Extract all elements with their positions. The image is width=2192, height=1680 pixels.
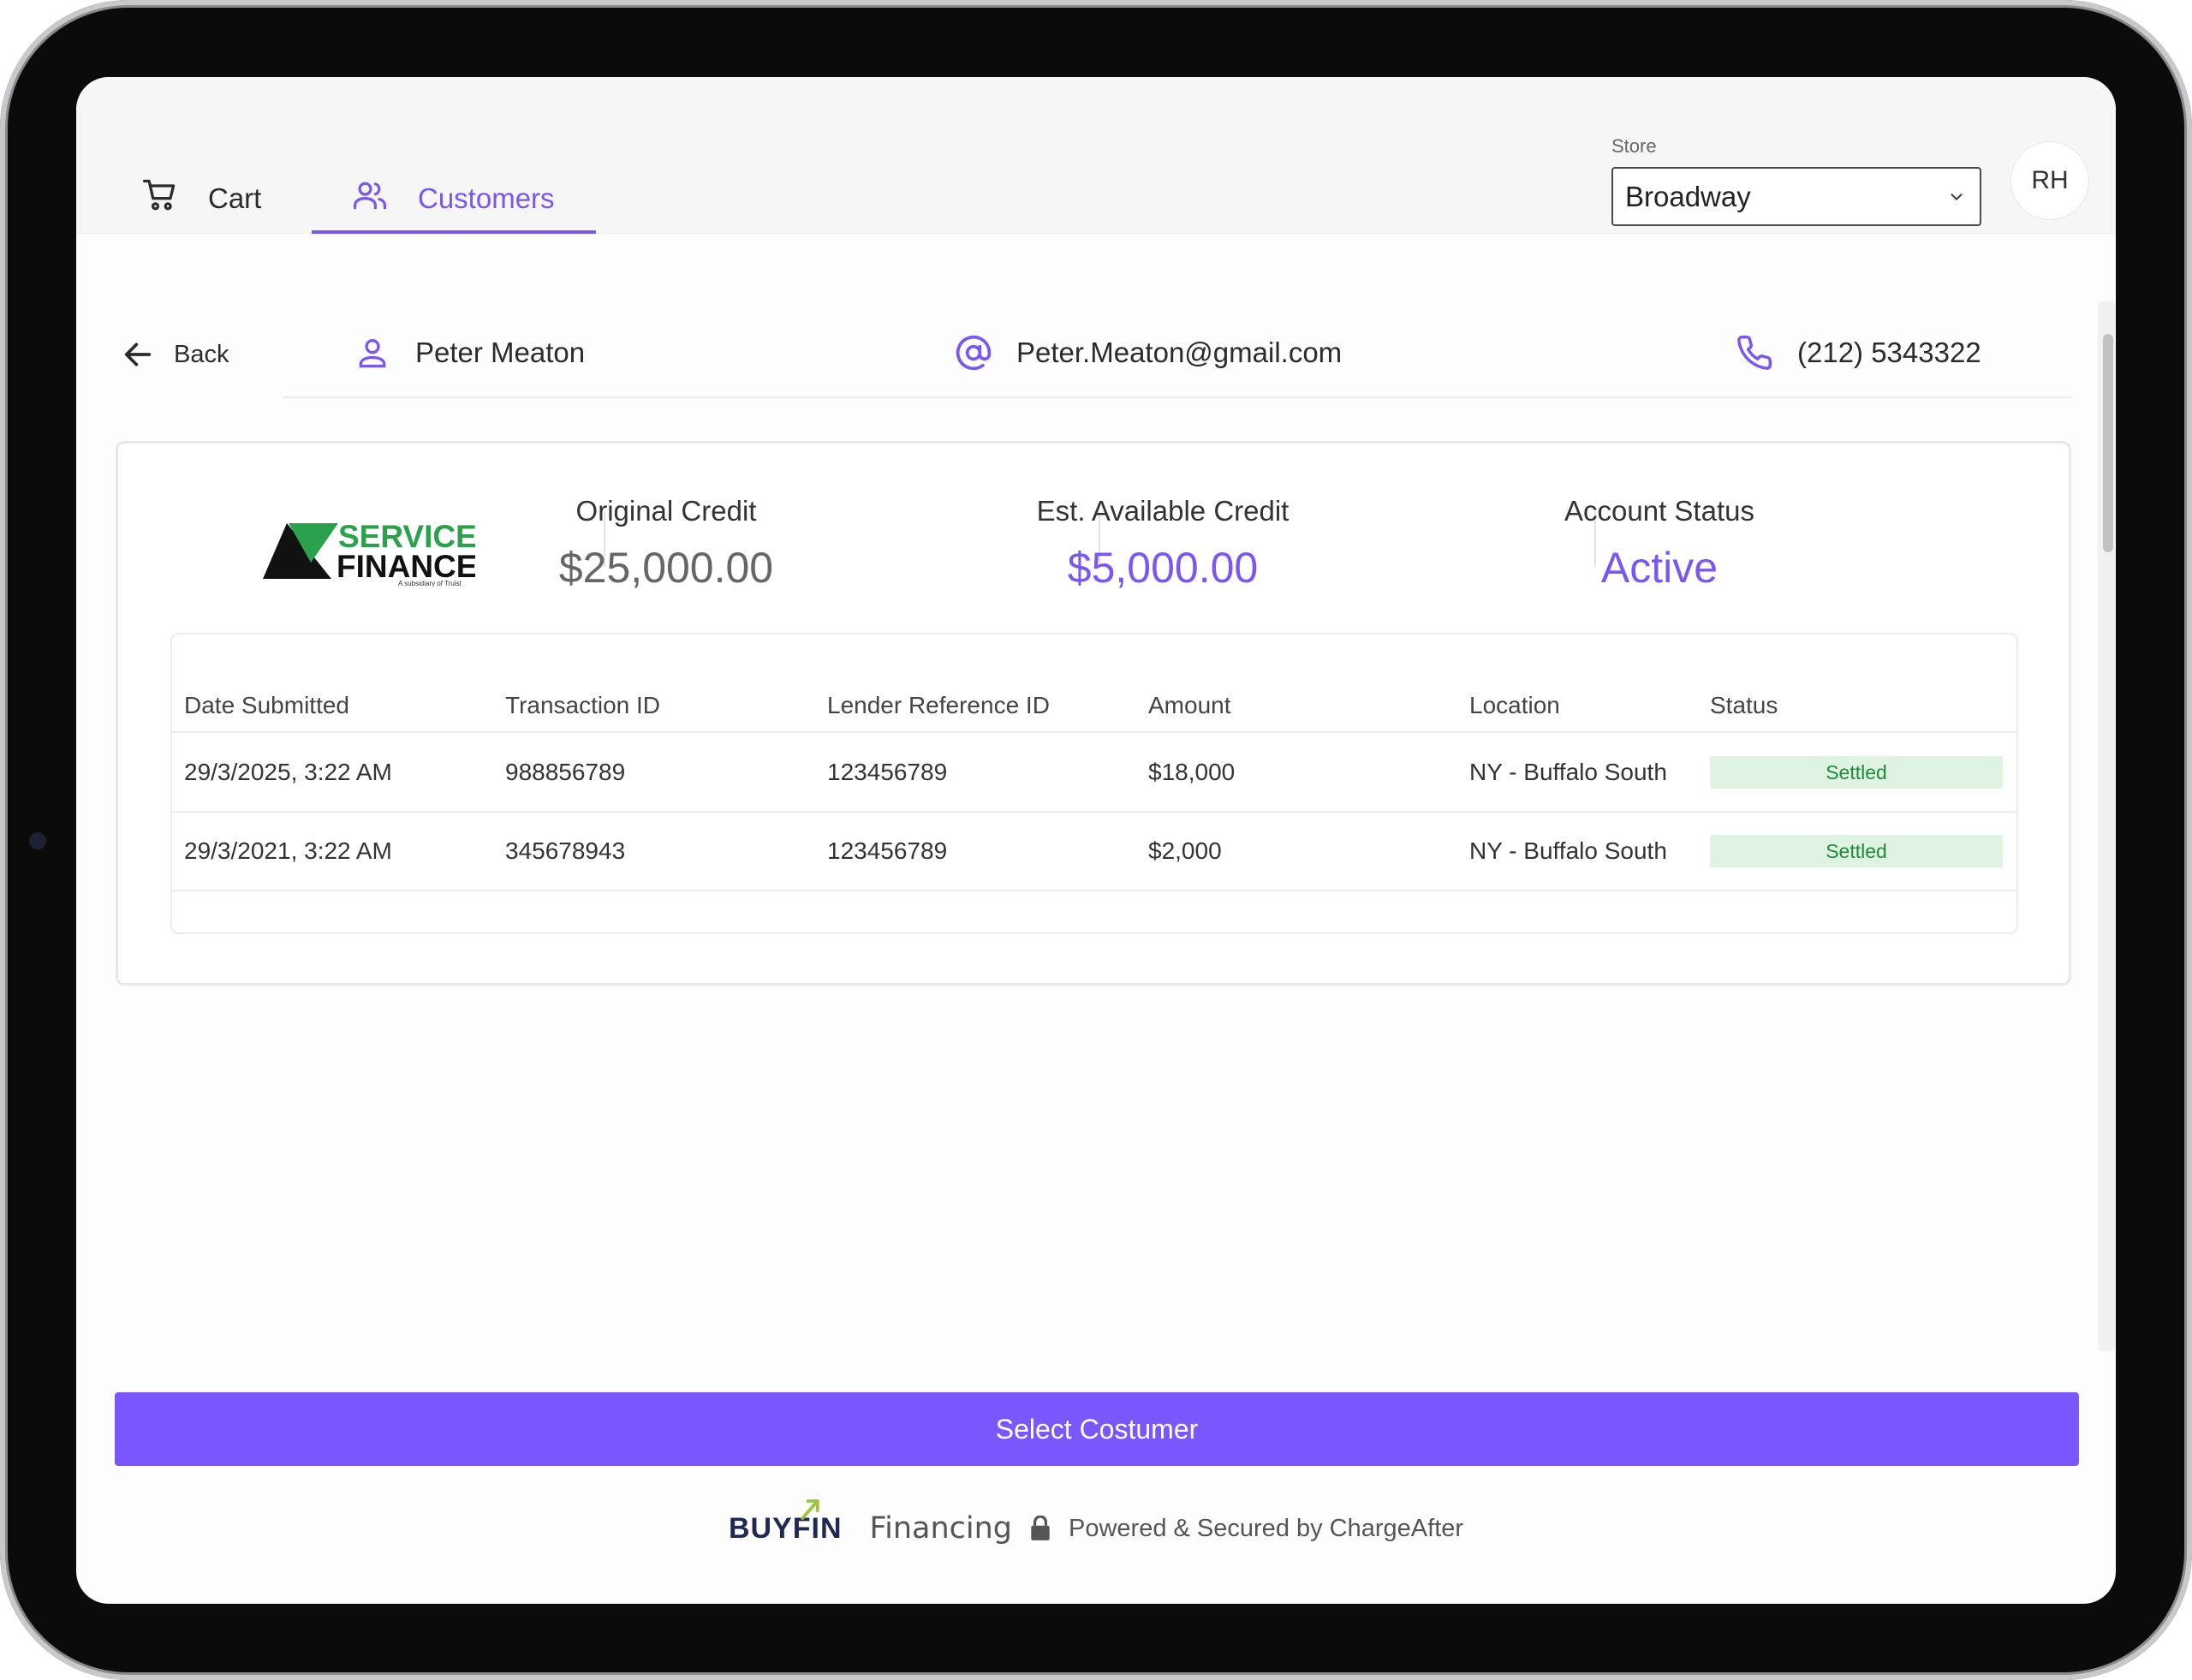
status-cell: Settled bbox=[1710, 734, 2003, 811]
column-header[interactable]: Location bbox=[1469, 680, 1560, 731]
tab-cart[interactable]: Cart bbox=[141, 163, 261, 234]
select-customer-button[interactable]: Select Costumer bbox=[115, 1392, 2079, 1466]
transactions-table: Date Submitted Transaction ID Lender Ref… bbox=[170, 633, 2018, 934]
date-cell: 29/3/2025, 3:22 AM bbox=[184, 759, 392, 785]
powered-by-text: Powered & Secured by ChargeAfter bbox=[1069, 1514, 1464, 1542]
cart-icon bbox=[141, 176, 179, 221]
column-header[interactable]: Status bbox=[1710, 680, 1778, 731]
at-sign-icon bbox=[956, 335, 992, 371]
status-badge: Settled bbox=[1710, 835, 2003, 867]
status-cell: Settled bbox=[1710, 813, 2003, 890]
back-button[interactable]: Back bbox=[121, 337, 229, 372]
column-header[interactable]: Lender Reference ID bbox=[827, 680, 1050, 731]
customer-email-text: Peter.Meaton@gmail.com bbox=[1016, 337, 1343, 368]
user-icon bbox=[359, 339, 386, 368]
location-cell: NY - Buffalo South bbox=[1469, 759, 1667, 785]
camera bbox=[29, 832, 46, 849]
store-label: Store bbox=[1611, 135, 1657, 157]
stat-label: Est. Available Credit bbox=[1036, 495, 1290, 527]
transaction-id-cell: 345678943 bbox=[505, 837, 626, 864]
lender-ref-cell: 123456789 bbox=[827, 759, 948, 785]
footer: BUYFIN Financing Powered & Secured by Ch… bbox=[76, 1498, 2116, 1558]
table-row[interactable]: 29/3/2025, 3:22 AM 988856789 123456789 $… bbox=[172, 734, 2016, 813]
users-icon bbox=[351, 176, 389, 221]
customer-phone: (212) 5343322 bbox=[1736, 334, 1981, 372]
original-credit-stat: Original Credit $25,000.00 bbox=[444, 495, 889, 593]
buyfin-logo-text: BUYFIN bbox=[728, 1511, 843, 1545]
lock-icon bbox=[1031, 1516, 1050, 1540]
column-header[interactable]: Amount bbox=[1148, 680, 1231, 731]
stat-label: Account Status bbox=[1564, 495, 1754, 527]
customer-info-row: Back Peter Meaton Peter.Meaton@gmail.com… bbox=[76, 325, 2071, 397]
lender-ref-cell: 123456789 bbox=[827, 837, 948, 864]
amount-cell: $2,000 bbox=[1148, 837, 1222, 864]
store-select[interactable]: Broadway bbox=[1611, 167, 1981, 226]
app-screen: Cart Customers Store Broadway RH Back Pe… bbox=[76, 77, 2116, 1604]
store-select-value: Broadway bbox=[1625, 180, 1751, 212]
original-credit-value: $25,000.00 bbox=[558, 544, 774, 592]
buyfin-logo: BUYFIN bbox=[728, 1498, 843, 1546]
table-header: Date Submitted Transaction ID Lender Ref… bbox=[172, 680, 2016, 733]
column-header[interactable]: Date Submitted bbox=[184, 680, 349, 731]
avatar[interactable]: RH bbox=[2010, 141, 2089, 220]
available-credit-value: $5,000.00 bbox=[1067, 544, 1259, 592]
location-cell: NY - Buffalo South bbox=[1469, 837, 1667, 864]
divider bbox=[282, 396, 2071, 398]
top-nav: Cart Customers Store Broadway RH bbox=[76, 77, 2116, 234]
arrow-left-icon bbox=[124, 343, 152, 366]
customer-name: Peter Meaton bbox=[354, 334, 585, 372]
account-card: SERVICE FINANCE A subsidiary of Truist O… bbox=[116, 441, 2071, 986]
customer-name-text: Peter Meaton bbox=[415, 337, 586, 368]
back-label: Back bbox=[174, 340, 229, 368]
amount-cell: $18,000 bbox=[1148, 759, 1236, 785]
tab-cart-label: Cart bbox=[208, 182, 262, 214]
stat-label: Original Credit bbox=[575, 495, 757, 527]
column-header[interactable]: Transaction ID bbox=[505, 680, 660, 731]
arrow-up-right-icon bbox=[801, 1498, 819, 1520]
transaction-id-cell: 988856789 bbox=[505, 759, 626, 785]
status-badge: Settled bbox=[1710, 756, 2003, 789]
scrollbar-thumb[interactable] bbox=[2103, 334, 2113, 552]
available-credit-stat: Est. Available Credit $5,000.00 bbox=[940, 495, 1385, 593]
date-cell: 29/3/2021, 3:22 AM bbox=[184, 837, 392, 864]
table-row[interactable]: 29/3/2021, 3:22 AM 345678943 123456789 $… bbox=[172, 813, 2016, 891]
tablet-frame: Cart Customers Store Broadway RH Back Pe… bbox=[0, 0, 2192, 1680]
customer-phone-text: (212) 5343322 bbox=[1797, 337, 1981, 368]
account-status-value: Active bbox=[1600, 544, 1718, 592]
financing-label: Financing bbox=[869, 1511, 1013, 1546]
customer-email: Peter.Meaton@gmail.com bbox=[955, 334, 1342, 372]
chevron-down-icon bbox=[1951, 194, 1963, 200]
phone-icon bbox=[1737, 335, 1772, 370]
tab-customers[interactable]: Customers bbox=[312, 163, 596, 234]
account-status-stat: Account Status Active bbox=[1437, 495, 1882, 593]
tab-customers-label: Customers bbox=[418, 182, 555, 214]
